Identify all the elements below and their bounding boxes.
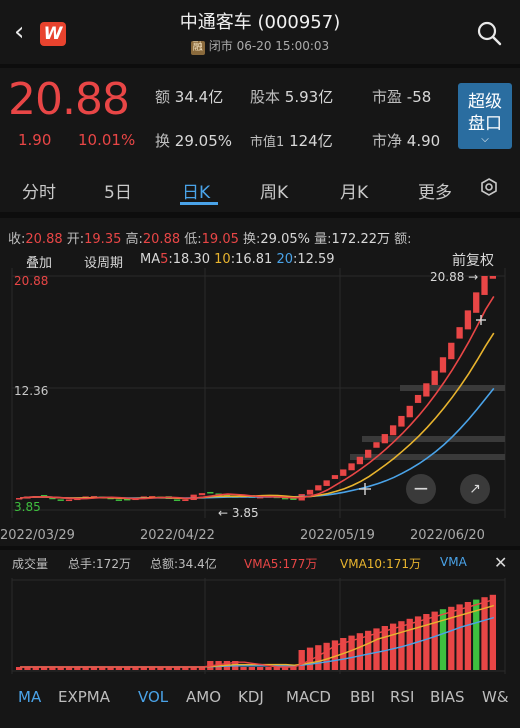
volume-bar <box>257 667 264 670</box>
candle <box>398 415 405 427</box>
volume-bar <box>448 606 455 670</box>
indicator-wr[interactable]: W& <box>482 688 509 706</box>
expand-icon[interactable]: ↗ <box>460 474 490 504</box>
last-price: 20.88 <box>8 74 130 125</box>
candle <box>414 394 422 403</box>
tab-monthly-k[interactable]: 月K <box>340 178 368 203</box>
ma-legend: MA5:18.30 10:16.81 20:12.59 <box>140 252 335 267</box>
divider <box>0 212 520 218</box>
pb-stat: 市净 4.90 <box>372 132 441 150</box>
candle <box>65 499 73 502</box>
indicator-bias[interactable]: BIAS <box>430 688 465 706</box>
candle <box>406 405 413 418</box>
volume-bar <box>265 667 272 670</box>
candle <box>489 276 496 279</box>
x-tick: 2022/04/22 <box>140 528 215 543</box>
price-change-pct: 10.01% <box>78 131 136 149</box>
volume-bar <box>240 667 247 670</box>
status-text: 闭市 06-20 15:00:03 <box>208 39 330 53</box>
tab-more[interactable]: 更多 <box>418 178 452 203</box>
candle <box>115 499 123 501</box>
low-annotation: ← 3.85 <box>218 506 259 520</box>
candle <box>365 449 372 458</box>
candle <box>439 357 447 373</box>
volume-bar <box>431 611 438 670</box>
high-annotation: 20.88 → <box>430 270 479 284</box>
x-tick: 2022/06/20 <box>410 528 485 543</box>
volume-bar <box>298 650 305 670</box>
candle <box>348 463 355 471</box>
close-icon[interactable]: ✕ <box>494 553 507 572</box>
candlestick-chart[interactable] <box>0 268 520 518</box>
volume-bar <box>389 623 397 670</box>
chevron-down-icon: ⌵ <box>481 134 489 145</box>
candle <box>57 499 64 501</box>
candle <box>464 310 472 330</box>
y-mid-label: 12.36 <box>14 384 49 398</box>
turnover-stat: 换 29.05% <box>155 132 232 150</box>
candle <box>182 499 189 502</box>
indicator-macd[interactable]: MACD <box>286 688 331 706</box>
volume-bar <box>248 667 255 670</box>
candle <box>448 342 455 360</box>
candle <box>198 493 206 496</box>
indicator-bbi[interactable]: BBI <box>350 688 375 706</box>
amount-stat: 额 34.4亿 <box>155 88 224 106</box>
indicator-rsi[interactable]: RSI <box>390 688 414 706</box>
candle <box>340 469 347 476</box>
candle <box>373 442 380 448</box>
indicator-ma[interactable]: MA <box>18 688 41 706</box>
stock-title: 中通客车 (000957) <box>179 12 341 33</box>
volume-chart[interactable] <box>0 578 520 674</box>
divider <box>0 546 520 550</box>
period-tabs: 分时 5日 日K 周K 月K 更多 <box>0 172 520 206</box>
tab-intraday[interactable]: 分时 <box>22 178 56 203</box>
candle <box>473 292 480 313</box>
candle <box>456 327 463 339</box>
market-status: 融闭市 06-20 15:00:03 <box>0 37 520 55</box>
ohlc-info: 收:20.88 开:19.35 高:20.88 低:19.05 换:29.05%… <box>8 232 412 247</box>
candle <box>481 276 488 295</box>
volume-bar <box>381 626 388 670</box>
x-tick: 2022/05/19 <box>300 528 375 543</box>
candle <box>431 370 438 385</box>
x-tick: 2022/03/29 <box>0 528 75 543</box>
volume-bar <box>323 642 330 670</box>
tab-daily-k[interactable]: 日K <box>182 178 210 203</box>
indicator-amo[interactable]: AMO <box>186 688 221 706</box>
y-min-label: 3.85 <box>14 500 41 514</box>
mktcap-stat: 市值1 124亿 <box>250 132 333 150</box>
margin-badge: 融 <box>190 41 205 55</box>
shares-stat: 股本 5.93亿 <box>250 88 334 106</box>
indicator-vol[interactable]: VOL <box>138 688 168 706</box>
candle <box>323 480 330 486</box>
search-icon[interactable] <box>476 20 502 46</box>
indicator-kdj[interactable]: KDJ <box>238 688 264 706</box>
candle <box>173 499 181 501</box>
settings-icon[interactable] <box>480 178 498 196</box>
super-orderbook-button[interactable]: 超级 盘口 ⌵ <box>458 83 512 149</box>
divider <box>0 64 520 68</box>
candle <box>423 383 430 397</box>
crosshair-marker <box>359 483 371 495</box>
candle <box>315 485 322 491</box>
pe-stat: 市盈 -58 <box>372 88 432 106</box>
zoom-out-button[interactable]: − <box>406 474 436 504</box>
y-max-label: 20.88 <box>14 274 49 288</box>
volume-bar <box>439 609 447 670</box>
indicator-expma[interactable]: EXPMA <box>58 688 110 706</box>
candle <box>356 456 364 465</box>
candle <box>207 491 214 494</box>
volume-bar <box>423 614 430 670</box>
price-change: 1.90 <box>18 131 52 149</box>
candle <box>389 425 397 436</box>
tab-5day[interactable]: 5日 <box>104 178 132 203</box>
candle <box>306 489 314 495</box>
active-tab-indicator <box>180 202 218 205</box>
adjust-button[interactable]: 前复权 <box>452 250 494 270</box>
candle <box>381 434 388 444</box>
candle <box>331 475 339 479</box>
tab-weekly-k[interactable]: 周K <box>260 178 288 203</box>
indicator-tabs: MA EXPMA VOL AMO KDJ MACD BBI RSI BIAS W… <box>0 686 520 708</box>
